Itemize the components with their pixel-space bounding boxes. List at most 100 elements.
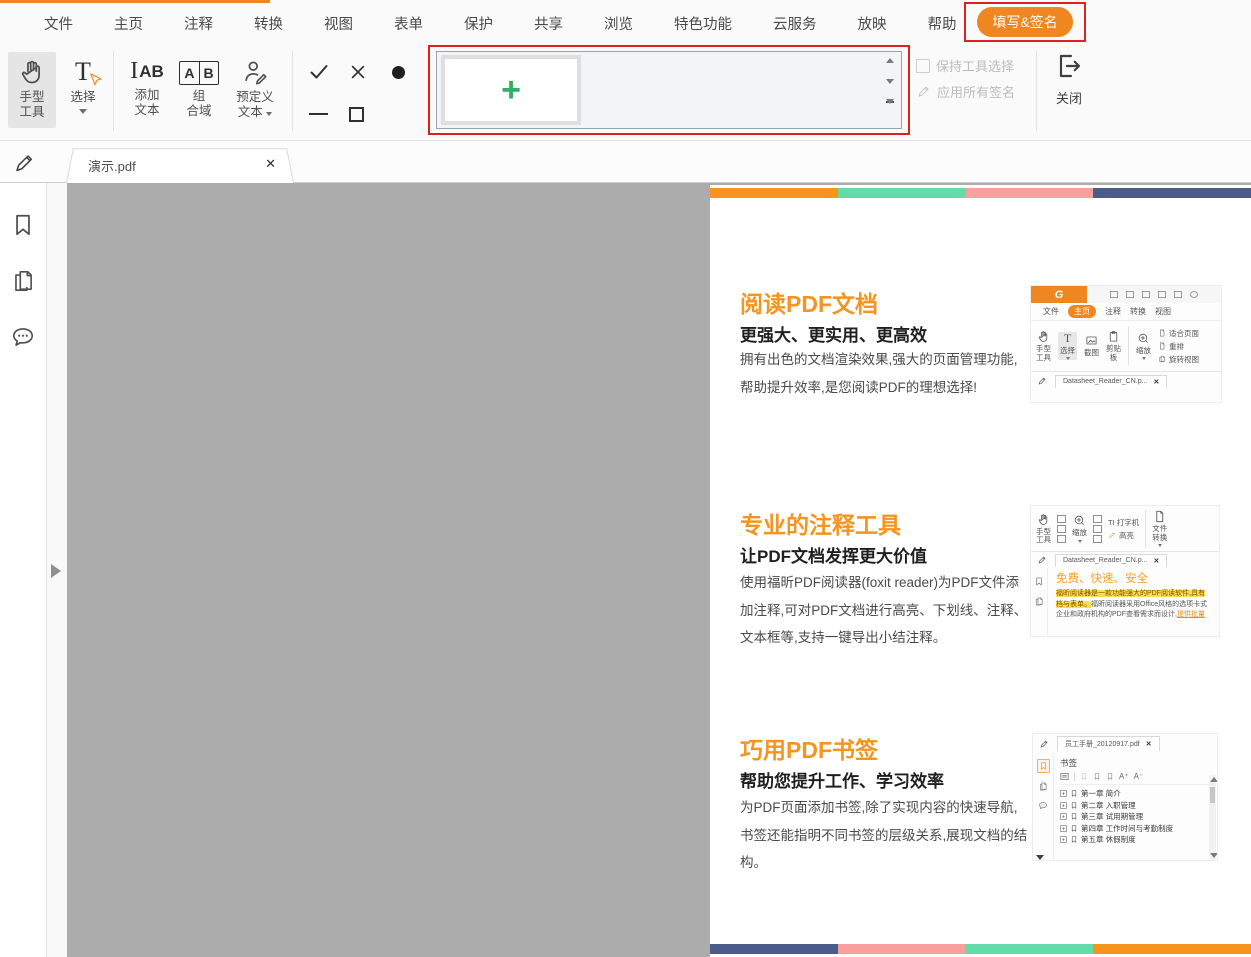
cross-stamp-button[interactable] [345,59,371,85]
mini-menu-comment: 注释 [1105,306,1121,317]
pencil-icon [916,84,931,99]
check-icon [307,60,331,84]
menu-item-file[interactable]: 文件 [44,13,73,34]
expand-gallery-icon[interactable] [886,101,894,123]
mini-panel-body: 书签 A⁺ A⁻ 第一章 简介 [1033,753,1217,861]
combine-fields-button[interactable]: AB 组 合域 [176,52,222,128]
close-icon: ✕ [1153,378,1159,386]
add-text-button[interactable]: IAB 添加 文本 [121,52,173,128]
check-stamp-button[interactable] [306,59,332,85]
bookmark-icon-selected [1037,759,1050,773]
section-subtitle-comment: 让PDF文档发挥更大价值 [740,542,927,567]
select-icon [1057,515,1066,523]
hand-icon [1037,330,1050,343]
menu-item-share[interactable]: 共享 [534,13,563,34]
pencil-icon [1037,555,1047,565]
menu-item-browse[interactable]: 浏览 [604,13,633,34]
mail-icon [1158,291,1166,298]
line-icon [309,113,328,115]
select-tool-button[interactable]: T 选择 [60,52,106,128]
menu-item-help[interactable]: 帮助 [928,13,957,34]
expand-panel-arrow[interactable] [51,564,61,578]
mini-doc-text: 免费、快速、安全 福昕阅读器是一款功能强大的PDF阅读软件,具有 档与表单。福昕… [1048,568,1219,635]
section-title-bookmark: 巧用PDF书签 [740,731,878,765]
scroll-up-icon[interactable] [886,58,894,63]
mini-toolbar: 手型 工具 缩放 TI 打字机 [1031,506,1219,552]
stripe-green [965,944,1093,954]
close-icon: ✕ [1146,740,1152,748]
line-stamp-button[interactable] [305,101,331,127]
add-signature-tile[interactable]: + [441,55,581,125]
stripe-pink [966,188,1093,198]
highlight-icon [1108,531,1116,539]
delete-bookmark-icon [1106,772,1114,781]
stripe-green [838,188,966,198]
pages-panel-button[interactable] [10,267,36,295]
annotation-box-signature-gallery: + [428,45,910,135]
apply-all-signatures-label: 应用所有签名 [937,82,1015,101]
mini-menu-view: 视图 [1155,306,1171,317]
menu-item-form[interactable]: 表单 [394,13,423,34]
mini-bookmark-panel: 书签 A⁺ A⁻ 第一章 简介 [1054,753,1217,861]
mini-select-tool: T选择 [1058,332,1077,361]
mini-fit-tools: 适合页面 重排 旋转视图 [1158,328,1199,365]
menu-item-protect[interactable]: 保护 [464,13,493,34]
stripe-pink [838,944,965,954]
toolbar-divider [292,51,293,131]
gallery-scroll-controls [882,54,898,126]
menu-item-features[interactable]: 特色功能 [674,13,732,34]
select-tool-icon: T [70,58,96,86]
screenshot-comment-ui: 手型 工具 缩放 TI 打字机 [1030,505,1220,637]
main-area: 阅读PDF文档 更强大、更实用、更高效 拥有出色的文档渲染效果,强大的页面管理功… [0,183,1251,957]
save-icon [1126,291,1134,298]
menu-item-home[interactable]: 主页 [114,13,143,34]
edit-pencil-button[interactable] [12,151,36,175]
scroll-down-icon[interactable] [886,79,894,84]
hand-tool-button[interactable]: 手型 工具 [8,52,56,128]
mini-window-icons [1087,286,1221,303]
bookmark-icon [10,211,36,239]
predefined-text-button[interactable]: 预定义 文本 [224,52,286,128]
predefined-text-label: 预定义 文本 [236,90,274,120]
page-bottom-stripes [710,944,1251,954]
keep-tool-label: 保持工具选择 [936,56,1014,75]
font-larger-icon: A⁺ [1119,772,1129,781]
combine-fields-icon: AB [179,61,218,85]
toolbar-divider [113,51,114,131]
document-tab[interactable]: 演示.pdf ✕ [66,146,294,183]
close-fill-sign-button[interactable]: 关闭 [1046,50,1092,107]
combine-fields-label: 组 合域 [186,89,211,119]
mini-doc-title: 免费、快速、安全 [1056,570,1215,586]
pages-icon [1034,596,1044,607]
square-icon [349,107,364,122]
comments-panel-button[interactable] [10,323,36,351]
scroll-thumb [1210,787,1215,803]
tab-fill-sign[interactable]: 填写&签名 [977,7,1072,37]
font-smaller-icon: A⁻ [1134,772,1144,781]
rotate-icon [1158,355,1166,363]
mini-hand-tool: 手型 工具 [1036,513,1051,545]
page-top-stripes [710,188,1251,198]
mini-menu-row: 文件 主页 注释 转换 视图 [1031,303,1221,320]
menu-item-cloud[interactable]: 云服务 [773,13,817,34]
mini-sidebar [1033,753,1054,861]
bookmark-panel-title: 书签 [1060,757,1217,769]
dot-stamp-button[interactable] [385,59,411,85]
foxit-reader-window: 文件 主页 注释 转换 视图 表单 保护 共享 浏览 特色功能 云服务 放映 帮… [0,0,1251,957]
hand-icon [18,58,46,86]
exit-icon [1053,50,1085,82]
section-title-read: 阅读PDF文档 [740,285,878,319]
square-stamp-button[interactable] [343,101,369,127]
bookmark-item: 第一章 简介 [1060,788,1217,800]
mini-doc-body: 免费、快速、安全 福昕阅读器是一款功能强大的PDF阅读软件,具有 档与表单。福昕… [1031,568,1219,635]
chevron-down-icon [266,112,272,116]
menu-item-convert[interactable]: 转换 [254,13,283,34]
bookmarks-panel-button[interactable] [10,211,36,239]
document-canvas: 阅读PDF文档 更强大、更实用、更高效 拥有出色的文档渲染效果,强大的页面管理功… [67,183,1251,957]
menu-item-view[interactable]: 视图 [324,13,353,34]
menu-item-slideshow[interactable]: 放映 [858,13,887,34]
stripe-navy [1093,188,1251,198]
hand-icon [1037,513,1050,526]
close-tab-icon[interactable]: ✕ [265,156,276,172]
menu-item-comment[interactable]: 注释 [184,13,213,34]
